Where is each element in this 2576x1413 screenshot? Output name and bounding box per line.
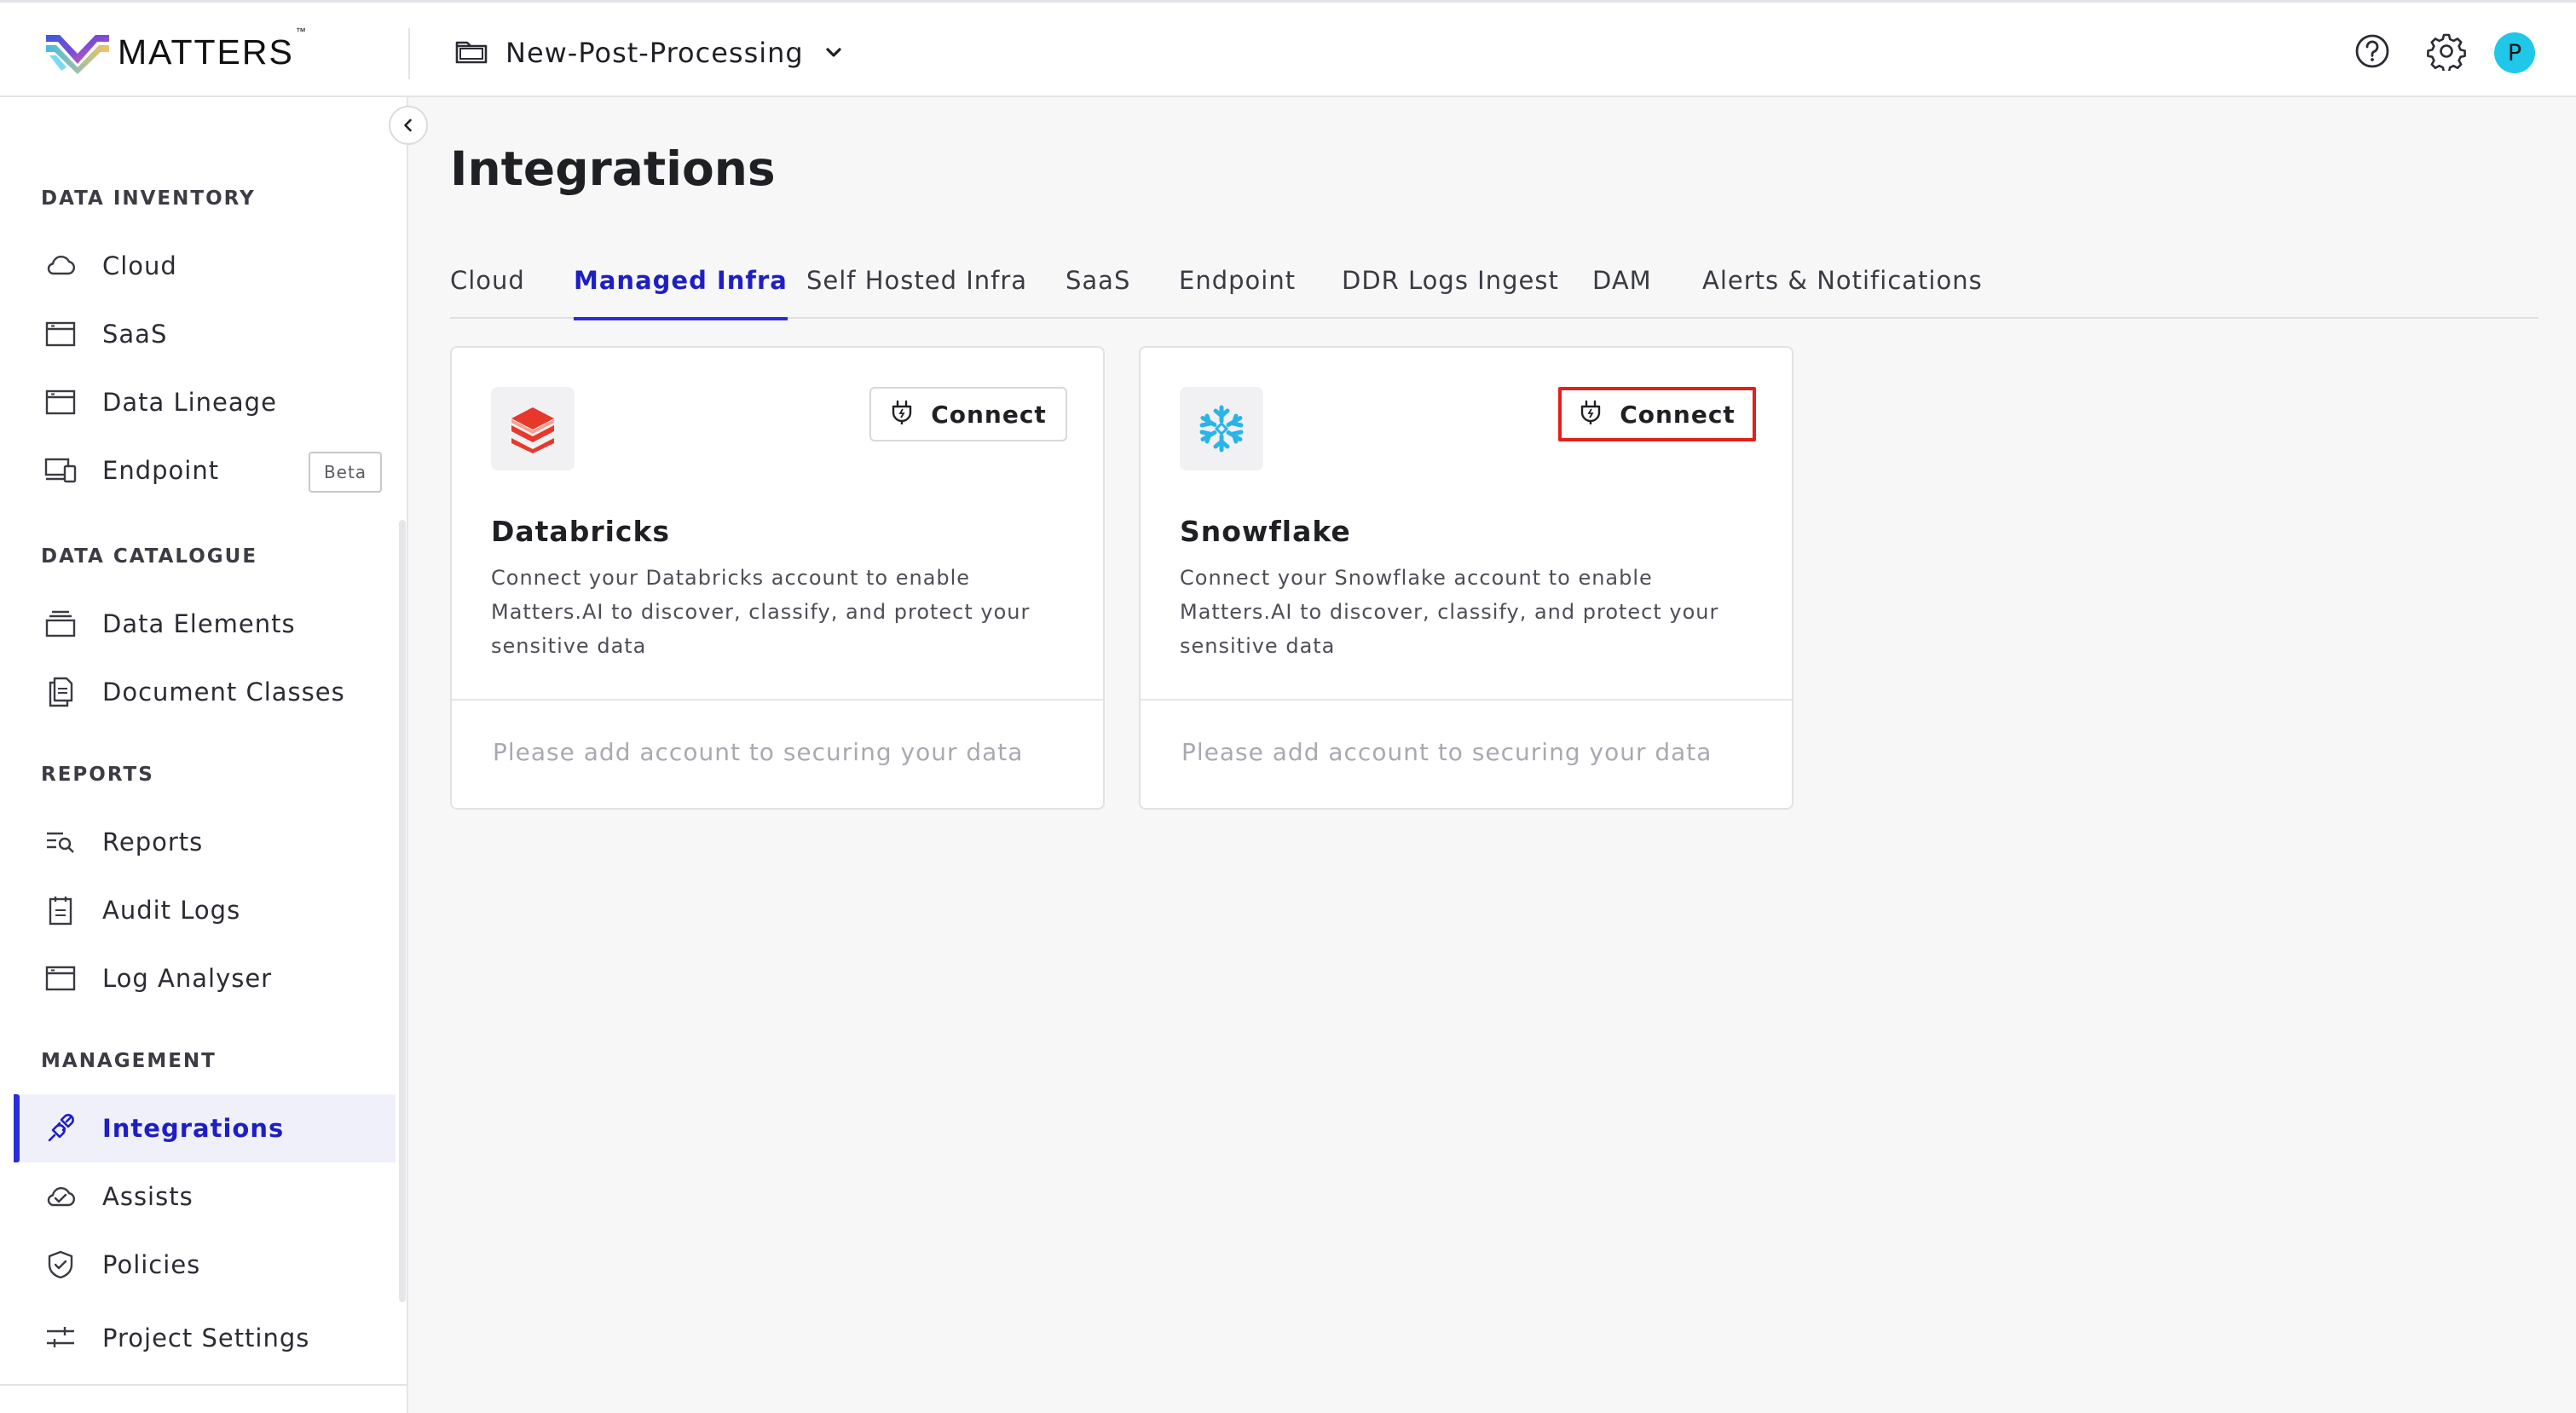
project-selector[interactable]: New-Post-Processing bbox=[454, 33, 845, 72]
connect-button-label: Connect bbox=[931, 400, 1047, 429]
integration-card-databricks: Connect Databricks Connect your Databric… bbox=[450, 346, 1105, 810]
page-title: Integrations bbox=[450, 141, 776, 196]
sidebar-item-label: Endpoint bbox=[102, 456, 220, 485]
window-icon bbox=[44, 387, 77, 418]
snowflake-logo bbox=[1180, 387, 1263, 470]
card-divider bbox=[1141, 699, 1792, 701]
window-icon bbox=[44, 963, 77, 994]
sidebar-item-integrations[interactable]: Integrations bbox=[14, 1094, 396, 1162]
sidebar-item-label: Reports bbox=[102, 828, 204, 856]
tab-cloud[interactable]: Cloud bbox=[450, 259, 525, 319]
tab-managed-infra[interactable]: Managed Infra bbox=[574, 259, 788, 320]
plug-icon bbox=[1579, 400, 1620, 429]
sidebar-item-assists[interactable]: Assists bbox=[14, 1162, 396, 1231]
sidebar-footer-divider bbox=[0, 1384, 408, 1386]
avatar[interactable]: P bbox=[2494, 32, 2535, 73]
connect-button[interactable]: Connect bbox=[869, 387, 1067, 441]
sidebar-item-label: Integrations bbox=[102, 1114, 285, 1143]
sidebar-item-label: Cloud bbox=[102, 251, 177, 280]
sidebar-item-log-analyser[interactable]: Log Analyser bbox=[14, 944, 396, 1012]
sidebar-scrollbar[interactable] bbox=[399, 520, 406, 1302]
plug-icon bbox=[44, 1113, 77, 1144]
connect-button-label: Connect bbox=[1620, 400, 1736, 429]
chevron-left-icon bbox=[404, 118, 412, 132]
sidebar-item-label: Policies bbox=[102, 1250, 201, 1279]
sidebar-item-label: Assists bbox=[102, 1182, 193, 1211]
chevron-down-icon bbox=[804, 38, 845, 67]
section-title-management: MANAGEMENT bbox=[41, 1050, 217, 1072]
plug-icon bbox=[890, 400, 931, 429]
sidebar-item-policies[interactable]: Policies bbox=[14, 1231, 396, 1299]
databricks-logo-icon bbox=[511, 407, 554, 453]
cloud-icon bbox=[44, 251, 77, 281]
sidebar-item-label: Data Elements bbox=[102, 609, 296, 638]
section-title-reports: REPORTS bbox=[41, 764, 154, 786]
brand-name: MATTERS™ bbox=[118, 25, 308, 72]
beta-badge: Beta bbox=[309, 452, 382, 493]
tab-ddr-logs-ingest[interactable]: DDR Logs Ingest bbox=[1342, 259, 1559, 319]
databricks-logo bbox=[491, 387, 575, 470]
window-icon bbox=[44, 319, 77, 349]
tab-alerts-notifications[interactable]: Alerts & Notifications bbox=[1702, 259, 1983, 319]
sidebar-item-label: Project Settings bbox=[102, 1324, 310, 1352]
card-title: Snowflake bbox=[1180, 515, 1351, 548]
help-icon[interactable] bbox=[2353, 32, 2392, 71]
sidebar-collapse-button[interactable] bbox=[389, 106, 428, 145]
clipboard-icon bbox=[44, 895, 77, 926]
sidebar-item-saas[interactable]: SaaS bbox=[14, 300, 396, 368]
sidebar-item-document-classes[interactable]: Document Classes bbox=[14, 658, 396, 726]
sidebar-item-audit-logs[interactable]: Audit Logs bbox=[14, 876, 396, 944]
shield-check-icon bbox=[44, 1249, 77, 1280]
active-indicator bbox=[14, 1094, 20, 1162]
sidebar-item-project-settings[interactable]: Project Settings bbox=[14, 1304, 396, 1372]
gear-icon[interactable] bbox=[2427, 32, 2466, 71]
integration-card-snowflake: Connect Snowflake Connect your Snowflake… bbox=[1139, 346, 1793, 810]
card-description: Connect your Databricks account to enabl… bbox=[491, 566, 1031, 658]
cloud-check-icon bbox=[44, 1181, 77, 1212]
sidebar-item-data-elements[interactable]: Data Elements bbox=[14, 590, 396, 658]
section-title-data-inventory: DATA INVENTORY bbox=[41, 187, 256, 210]
header-divider bbox=[408, 28, 410, 79]
sidebar-item-data-lineage[interactable]: Data Lineage bbox=[14, 368, 396, 436]
sidebar-item-reports[interactable]: Reports bbox=[14, 808, 396, 876]
connect-button[interactable]: Connect bbox=[1558, 387, 1756, 441]
card-footer-text: Please add account to securing your data bbox=[1181, 738, 1713, 766]
report-search-icon bbox=[44, 827, 77, 857]
sliders-icon bbox=[44, 1323, 77, 1353]
devices-icon bbox=[44, 455, 77, 486]
card-divider bbox=[452, 699, 1103, 701]
card-description: Connect your Snowflake account to enable… bbox=[1180, 566, 1719, 658]
matters-logo-icon bbox=[46, 35, 109, 74]
card-footer-text: Please add account to securing your data bbox=[493, 738, 1024, 766]
integration-tabs: Cloud Managed Infra Self Hosted Infra Sa… bbox=[450, 259, 2538, 320]
sidebar: DATA INVENTORY Cloud SaaS Data Lineage E… bbox=[0, 97, 408, 1413]
sidebar-item-endpoint[interactable]: Endpoint Beta bbox=[14, 436, 396, 505]
tab-endpoint[interactable]: Endpoint bbox=[1179, 259, 1296, 319]
sidebar-item-label: Data Lineage bbox=[102, 388, 277, 417]
documents-icon bbox=[44, 677, 77, 707]
project-name: New-Post-Processing bbox=[505, 37, 804, 69]
sidebar-item-label: Document Classes bbox=[102, 678, 345, 706]
card-title: Databricks bbox=[491, 515, 671, 548]
sidebar-item-label: Audit Logs bbox=[102, 896, 241, 925]
snowflake-logo-icon bbox=[1199, 405, 1244, 453]
sidebar-item-cloud[interactable]: Cloud bbox=[14, 232, 396, 300]
tab-self-hosted-infra[interactable]: Self Hosted Infra bbox=[806, 259, 1027, 319]
sidebar-item-label: Log Analyser bbox=[102, 964, 273, 993]
brand-logo[interactable]: MATTERS™ bbox=[44, 26, 308, 78]
folder-icon bbox=[454, 37, 488, 69]
sidebar-item-label: SaaS bbox=[102, 320, 168, 349]
top-header: MATTERS™ New-Post-Processing P bbox=[0, 0, 2576, 97]
tab-saas[interactable]: SaaS bbox=[1066, 259, 1130, 319]
section-title-data-catalogue: DATA CATALOGUE bbox=[41, 545, 258, 568]
tab-dam[interactable]: DAM bbox=[1592, 259, 1652, 319]
stack-icon bbox=[44, 608, 77, 639]
